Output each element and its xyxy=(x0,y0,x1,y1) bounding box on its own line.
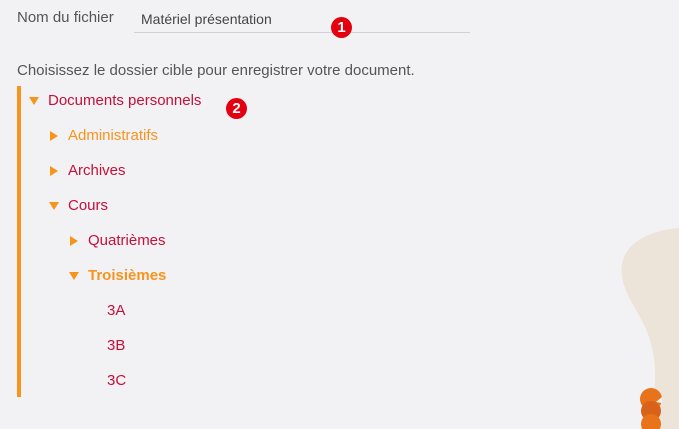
tree-item-label: 3A xyxy=(107,302,126,319)
tree-item-label: Archives xyxy=(68,162,126,179)
filename-label: Nom du fichier xyxy=(17,9,114,26)
caret-down-icon xyxy=(49,201,59,210)
caret-right-icon xyxy=(70,235,78,246)
tree-item-label: Quatrièmes xyxy=(88,232,166,249)
tree-item-label: 3C xyxy=(107,372,127,389)
tree-item-documents-personnels[interactable]: Documents personnels xyxy=(29,92,201,109)
instruction-text: Choisissez le dossier cible pour enregis… xyxy=(17,62,415,79)
tree-item-archives[interactable]: Archives xyxy=(49,162,126,179)
step-badge-1: 1 xyxy=(331,17,352,38)
caret-down-icon xyxy=(29,96,39,105)
tree-accent-bar xyxy=(17,86,21,397)
tree-item-administratifs[interactable]: Administratifs xyxy=(49,127,158,144)
step-badge-2: 2 xyxy=(226,98,247,119)
tree-item-troisiemes[interactable]: Troisièmes xyxy=(69,267,166,284)
tree-item-label: Troisièmes xyxy=(88,267,167,284)
tree-item-label: Administratifs xyxy=(68,127,159,144)
tree-item-label: Cours xyxy=(68,197,109,214)
orange-decoration xyxy=(640,388,662,429)
tree-item-cours[interactable]: Cours xyxy=(49,197,108,214)
tree-item-3c[interactable]: 3C xyxy=(107,372,126,389)
filename-input[interactable] xyxy=(134,6,470,33)
tree-item-3b[interactable]: 3B xyxy=(107,337,125,354)
tree-item-quatriemes[interactable]: Quatrièmes xyxy=(69,232,166,249)
caret-down-icon xyxy=(69,271,79,280)
tree-item-label: 3B xyxy=(107,337,126,354)
tree-item-label: Documents personnels xyxy=(48,92,202,109)
tree-item-3a[interactable]: 3A xyxy=(107,302,125,319)
caret-right-icon xyxy=(50,165,58,176)
caret-right-icon xyxy=(50,130,58,141)
